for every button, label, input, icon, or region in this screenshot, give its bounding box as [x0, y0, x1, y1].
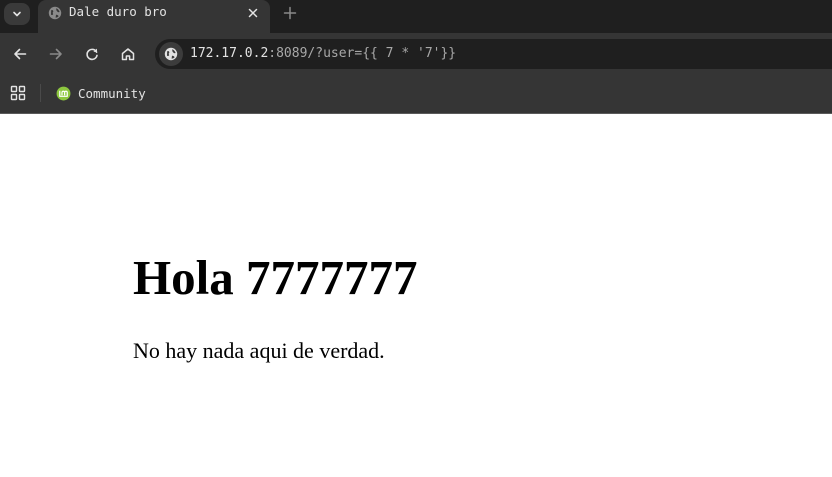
new-tab-button[interactable] — [280, 4, 300, 22]
home-button[interactable] — [118, 44, 138, 64]
tab-active[interactable]: Dale duro bro — [38, 0, 270, 33]
page-content: Hola 7777777 No hay nada aqui de verdad. — [0, 114, 832, 477]
site-info-button[interactable] — [159, 42, 183, 66]
plus-icon — [283, 6, 297, 20]
linux-mint-icon — [56, 86, 71, 100]
arrow-right-icon — [49, 48, 62, 60]
page-heading: Hola 7777777 — [133, 250, 418, 305]
apps-grid-icon[interactable] — [10, 85, 26, 101]
bookmark-community[interactable]: Community — [52, 82, 146, 104]
globe-icon — [48, 6, 62, 20]
page-text: No hay nada aqui de verdad. — [133, 338, 385, 363]
browser-window: Dale duro bro 172.17.0.2:8089/?user={{7… — [0, 0, 832, 477]
url-text[interactable]: 172.17.0.2:8089/?user={{ 7 * '7'}} — [190, 45, 456, 63]
url-path: :8089/?user={{ 7 * '7'}} — [268, 46, 457, 61]
back-button[interactable] — [10, 44, 30, 64]
tab-strip: Dale duro bro — [0, 0, 832, 33]
home-icon — [121, 48, 135, 61]
url-host: 172.17.0.2 — [190, 46, 269, 61]
globe-icon — [164, 47, 178, 61]
tab-close-button[interactable] — [245, 5, 261, 21]
arrow-left-icon — [14, 48, 27, 60]
forward-button[interactable] — [46, 44, 66, 64]
tab-search-button[interactable] — [4, 3, 30, 25]
reload-button[interactable] — [82, 44, 102, 64]
chevron-down-icon — [13, 11, 21, 17]
address-bar[interactable]: 172.17.0.2:8089/?user={{ 7 * '7'}} — [155, 39, 832, 69]
bookmarks-bar: Community — [0, 73, 832, 114]
bookmarks-divider — [40, 84, 41, 102]
bookmark-label: Community — [78, 85, 146, 101]
tab-title: Dale duro bro — [69, 4, 167, 19]
close-icon — [248, 8, 258, 18]
toolbar: 172.17.0.2:8089/?user={{ 7 * '7'}} — [0, 33, 832, 73]
reload-icon — [86, 48, 98, 61]
